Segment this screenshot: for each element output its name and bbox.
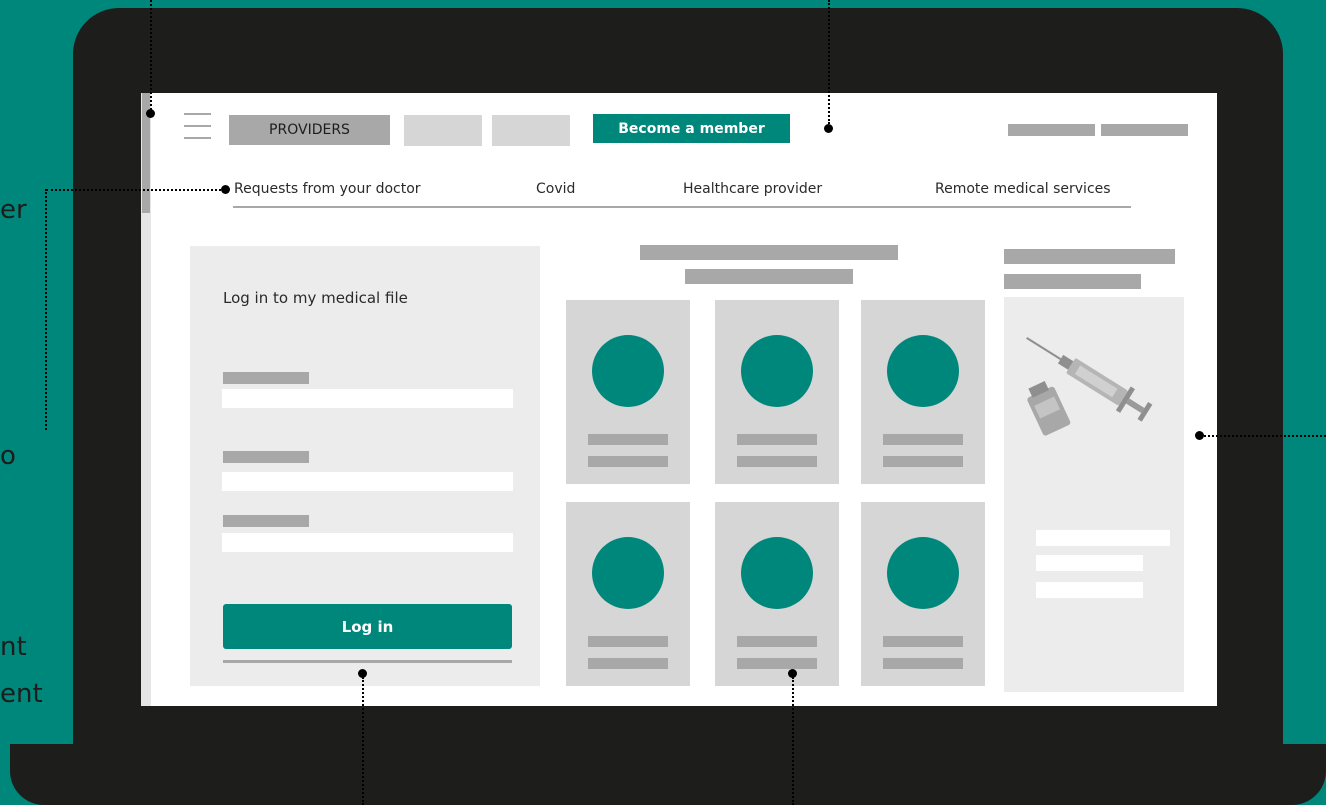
annotation-line [828,0,830,124]
card-text-placeholder [588,456,668,467]
annotation-line [46,189,221,191]
card-text-placeholder [883,456,963,467]
header-link-placeholder[interactable] [1101,124,1188,136]
circle-placeholder-icon [887,335,959,407]
section-subheading-placeholder [685,269,853,284]
card-text-placeholder [737,456,817,467]
tab-covid[interactable]: Covid [536,181,575,197]
circle-placeholder-icon [741,335,813,407]
nav-placeholder-button[interactable] [404,115,482,146]
card-text-placeholder [737,658,817,669]
header-link-placeholder[interactable] [1008,124,1095,136]
tab-underline [233,206,1131,208]
login-panel: Log in to my medical file Log in [190,246,540,686]
annotation-fragment: ent [0,679,43,709]
circle-placeholder-icon [592,537,664,609]
annotation-line [362,677,364,805]
promo-text-placeholder [1036,555,1143,571]
annotation-line [792,677,794,805]
service-card[interactable] [566,502,690,686]
login-input-field[interactable] [222,472,513,491]
card-text-placeholder [737,636,817,647]
tab-remote-medical-services[interactable]: Remote medical services [935,181,1111,197]
browser-screen: PROVIDERS Become a member Requests from … [141,93,1217,706]
annotation-fragment: o [0,441,16,471]
promo-text-placeholder [1036,582,1143,598]
annotation-dot [824,124,833,133]
tab-healthcare-provider[interactable]: Healthcare provider [683,181,822,197]
syringe-and-vial-icon [1026,337,1153,436]
circle-placeholder-icon [592,335,664,407]
service-card[interactable] [861,300,985,484]
login-button[interactable]: Log in [223,604,512,649]
circle-placeholder-icon [887,537,959,609]
service-card[interactable] [715,300,839,484]
card-text-placeholder [588,658,668,669]
annotation-dot [146,109,155,118]
laptop-base [10,744,1326,805]
circle-placeholder-icon [741,537,813,609]
tab-requests-from-doctor[interactable]: Requests from your doctor [234,181,421,197]
login-underline [223,660,512,663]
annotation-fragment: er [0,195,27,225]
become-member-button[interactable]: Become a member [593,114,790,143]
hamburger-menu-icon[interactable] [184,113,211,141]
promo-panel[interactable] [1004,297,1184,692]
service-card[interactable] [566,300,690,484]
side-subheading-placeholder [1004,274,1141,289]
annotation-line [150,0,152,110]
annotation-fragment: nt [0,632,27,662]
promo-text-placeholder [1036,530,1170,546]
card-text-placeholder [588,636,668,647]
annotation-line [45,189,47,430]
section-heading-placeholder [640,245,898,260]
annotation-dot [1195,431,1204,440]
login-input-field[interactable] [222,389,513,408]
card-text-placeholder [883,636,963,647]
login-input-field[interactable] [222,533,513,552]
field-label-placeholder [223,372,309,384]
card-text-placeholder [588,434,668,445]
field-label-placeholder [223,451,309,463]
service-card[interactable] [715,502,839,686]
card-text-placeholder [737,434,817,445]
annotation-dot [221,185,230,194]
nav-placeholder-button[interactable] [492,115,570,146]
side-heading-placeholder [1004,249,1175,264]
card-text-placeholder [883,434,963,445]
field-label-placeholder [223,515,309,527]
service-card[interactable] [861,502,985,686]
providers-button[interactable]: PROVIDERS [229,115,390,145]
annotation-line [1200,435,1326,437]
login-title: Log in to my medical file [223,289,408,307]
card-text-placeholder [883,658,963,669]
